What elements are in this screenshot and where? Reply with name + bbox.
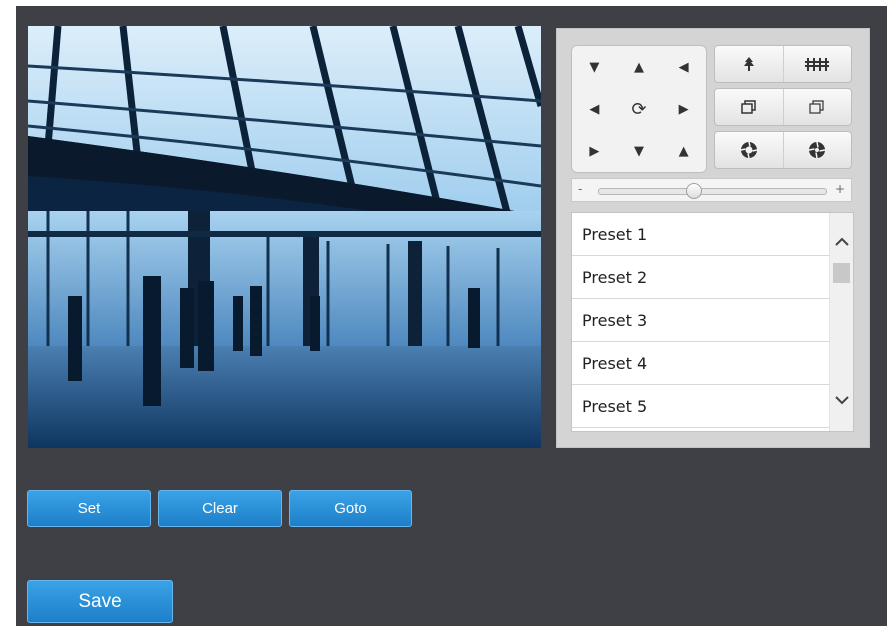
zoom-out-trees-icon: [805, 58, 830, 71]
focus-near-button[interactable]: [715, 89, 784, 125]
live-video-view[interactable]: [28, 26, 541, 448]
zoom-out-button[interactable]: [784, 46, 852, 82]
pan-up-left-button[interactable]: ▼: [572, 46, 617, 88]
iris-controls: [714, 131, 852, 169]
zoom-controls: [714, 45, 852, 83]
preset-item[interactable]: Preset 5: [572, 385, 831, 428]
chevron-down-icon[interactable]: [830, 393, 853, 409]
preset-item[interactable]: Preset 4: [572, 342, 831, 385]
focus-far-button[interactable]: [784, 89, 852, 125]
slider-minus-icon[interactable]: -: [578, 182, 582, 196]
auto-pan-button[interactable]: ⟳: [617, 88, 662, 130]
scroll-thumb[interactable]: [833, 263, 850, 283]
focus-far-icon: [809, 100, 824, 114]
focus-near-icon: [741, 100, 756, 114]
tilt-up-button[interactable]: ▲: [617, 46, 662, 88]
preset-scrollbar[interactable]: [829, 213, 853, 431]
direction-pad: ▼ ▲ ◀ ◀ ⟳ ▶ ▶ ▼ ▲: [571, 45, 707, 173]
pan-up-right-button[interactable]: ◀: [661, 46, 706, 88]
save-button[interactable]: Save: [27, 580, 173, 623]
tilt-down-button[interactable]: ▼: [617, 130, 662, 172]
ptz-control-panel: ▼ ▲ ◀ ◀ ⟳ ▶ ▶ ▼ ▲ - + Preset 1 Preset 2 …: [556, 28, 870, 448]
pan-down-left-button[interactable]: ▶: [572, 130, 617, 172]
iris-close-icon: [809, 141, 826, 159]
pan-right-button[interactable]: ▶: [661, 88, 706, 130]
set-button[interactable]: Set: [27, 490, 151, 527]
slider-thumb[interactable]: [686, 183, 703, 199]
pan-left-button[interactable]: ◀: [572, 88, 617, 130]
iris-open-icon: [740, 141, 757, 159]
zoom-in-button[interactable]: [715, 46, 784, 82]
slider-track[interactable]: [598, 183, 827, 199]
preset-item[interactable]: Preset 1: [572, 213, 831, 256]
speed-slider: - +: [571, 178, 852, 202]
zoom-in-tree-icon: [743, 57, 754, 71]
slider-plus-icon[interactable]: +: [835, 182, 845, 196]
preset-item[interactable]: Preset 3: [572, 299, 831, 342]
preset-list: Preset 1 Preset 2 Preset 3 Preset 4 Pres…: [571, 212, 854, 432]
iris-close-button[interactable]: [784, 132, 852, 168]
pan-down-right-button[interactable]: ▲: [661, 130, 706, 172]
iris-open-button[interactable]: [715, 132, 784, 168]
preset-item[interactable]: Preset 2: [572, 256, 831, 299]
camera-image: [28, 26, 541, 448]
clear-button[interactable]: Clear: [158, 490, 282, 527]
focus-controls: [714, 88, 852, 126]
goto-button[interactable]: Goto: [289, 490, 412, 527]
chevron-up-icon[interactable]: [830, 235, 853, 251]
